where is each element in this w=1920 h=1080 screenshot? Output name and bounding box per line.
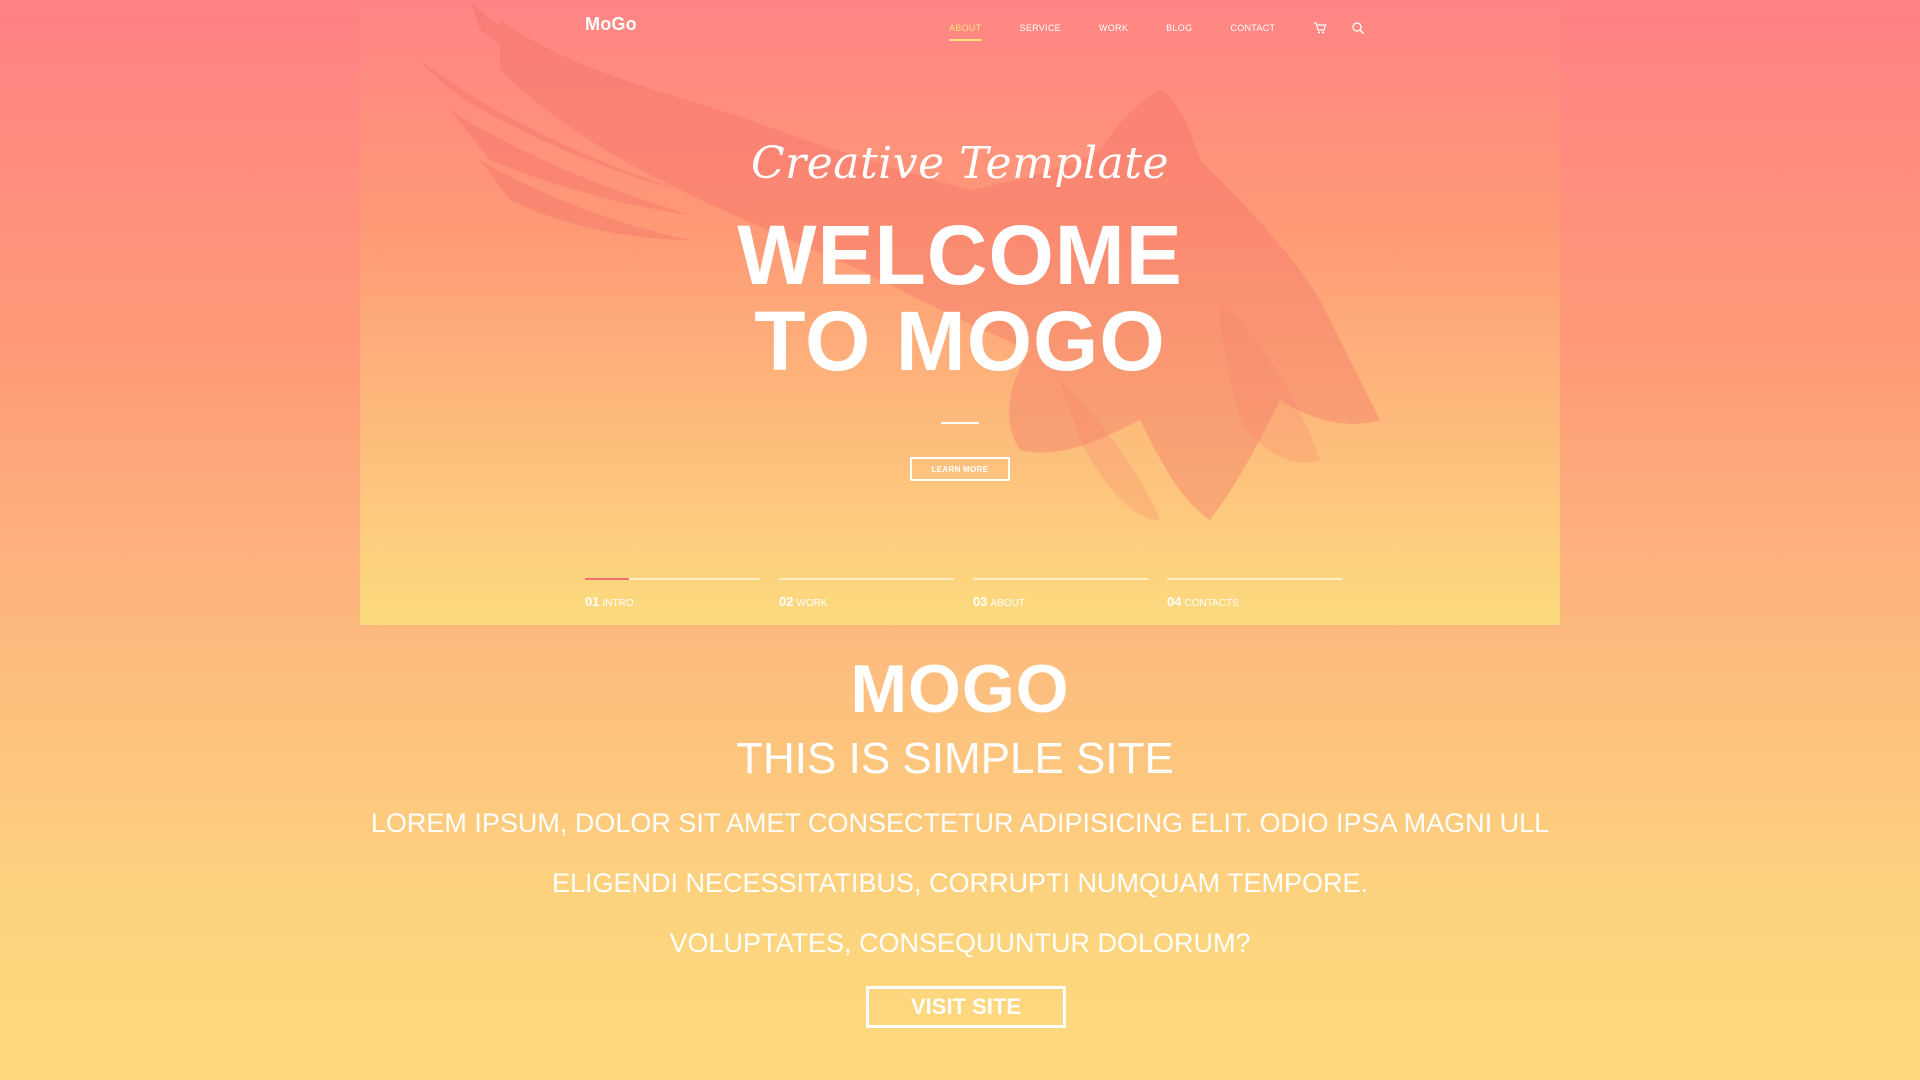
lorem-line-3: VOLUPTATES, CONSEQUUNTUR DOLORUM? xyxy=(669,928,1251,958)
slide-tab-work[interactable]: 02 WORK xyxy=(779,578,954,609)
nav-contact[interactable]: CONTACT xyxy=(1230,23,1275,33)
slide-progress xyxy=(585,578,760,580)
slide-number: 03 xyxy=(973,594,988,609)
section-title: MOGO xyxy=(850,651,1070,727)
slide-label: CONTACTS xyxy=(1184,598,1239,609)
slide-tab-contacts[interactable]: 04 CONTACTS xyxy=(1167,578,1342,609)
slide-progress xyxy=(1167,578,1342,580)
slide-label: INTRO xyxy=(602,598,634,609)
lorem-line-1: LOREM IPSUM, DOLOR SIT AMET CONSECTETUR … xyxy=(370,808,1550,838)
logo[interactable]: MoGo xyxy=(585,14,637,35)
hero-title-line1: WELCOME xyxy=(737,208,1183,302)
hero-script-title: Creative Template xyxy=(751,138,1169,189)
nav-work[interactable]: WORK xyxy=(1099,23,1128,33)
slide-label: WORK xyxy=(796,598,828,609)
main-nav: ABOUT SERVICE WORK BLOG CONTACT xyxy=(949,20,1389,41)
slide-progress xyxy=(779,578,954,580)
nav-service[interactable]: SERVICE xyxy=(1020,23,1061,33)
hero-divider xyxy=(941,422,979,424)
learn-more-button[interactable]: LEARN MORE xyxy=(910,457,1010,481)
visit-site-button[interactable]: VISIT SITE xyxy=(866,986,1066,1028)
nav-about[interactable]: ABOUT xyxy=(949,23,982,41)
hero-title-line2: TO MOGO xyxy=(754,294,1166,388)
slider-tabs: 01 INTRO 02 WORK 03 ABOUT 04 CONTACTS xyxy=(585,578,1361,609)
section-subtitle: THIS IS SIMPLE SITE xyxy=(736,734,1174,783)
slide-progress xyxy=(973,578,1148,580)
hero-title: WELCOME TO MOGO xyxy=(0,212,1920,384)
lorem-line-2: ELIGENDI NECESSITATIBUS, CORRUPTI NUMQUA… xyxy=(551,868,1369,898)
slide-number: 04 xyxy=(1167,594,1182,609)
slide-number: 01 xyxy=(585,594,600,609)
slide-label: ABOUT xyxy=(990,598,1025,609)
slide-tab-intro[interactable]: 01 INTRO xyxy=(585,578,760,609)
search-icon[interactable] xyxy=(1351,21,1365,35)
slide-tab-about[interactable]: 03 ABOUT xyxy=(973,578,1148,609)
nav-blog[interactable]: BLOG xyxy=(1166,23,1192,33)
cart-icon[interactable] xyxy=(1313,21,1327,35)
slide-number: 02 xyxy=(779,594,794,609)
